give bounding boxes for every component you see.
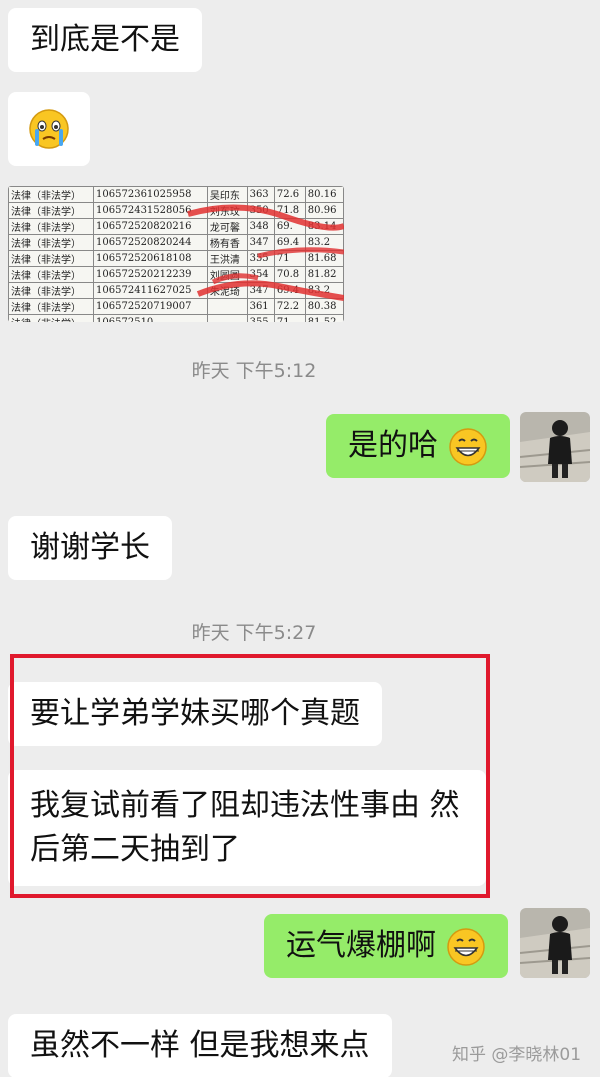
- red-scribble: [187, 204, 344, 301]
- message-bubble[interactable]: 谢谢学长: [8, 516, 172, 580]
- message-text: 谢谢学长: [30, 530, 150, 565]
- person-avatar-icon: [520, 908, 590, 978]
- person-avatar-icon: [520, 412, 590, 482]
- message-text: 虽然不一样 但是我想来点: [30, 1028, 370, 1063]
- message-bubble[interactable]: 虽然不一样 但是我想来点: [8, 1014, 392, 1077]
- emoji-message-bubble[interactable]: [8, 92, 90, 166]
- crying-emoji-icon: [29, 109, 69, 149]
- message-bubble-self[interactable]: 运气爆棚啊: [264, 914, 508, 978]
- grin-emoji-icon: [448, 427, 487, 466]
- message-text: 到底是不是: [30, 22, 180, 57]
- message-text: 运气爆棚啊: [286, 928, 436, 963]
- timestamp: 昨天 下午5:12: [191, 360, 317, 382]
- message-bubble-self[interactable]: 是的哈: [326, 414, 510, 478]
- grin-emoji-icon: [446, 927, 485, 966]
- self-avatar[interactable]: [520, 412, 590, 482]
- red-highlight-box: [10, 654, 490, 898]
- self-avatar[interactable]: [520, 908, 590, 978]
- score-sheet-image[interactable]: 法律（非法学） 106572361025958 吴印东 363 72.6 80.16 法律（…: [8, 186, 344, 322]
- message-text: 是的哈: [348, 428, 438, 463]
- timestamp: 昨天 下午5:27: [191, 622, 317, 644]
- message-bubble[interactable]: 到底是不是: [8, 8, 202, 72]
- watermark: 知乎 @李晓林01: [452, 1045, 582, 1065]
